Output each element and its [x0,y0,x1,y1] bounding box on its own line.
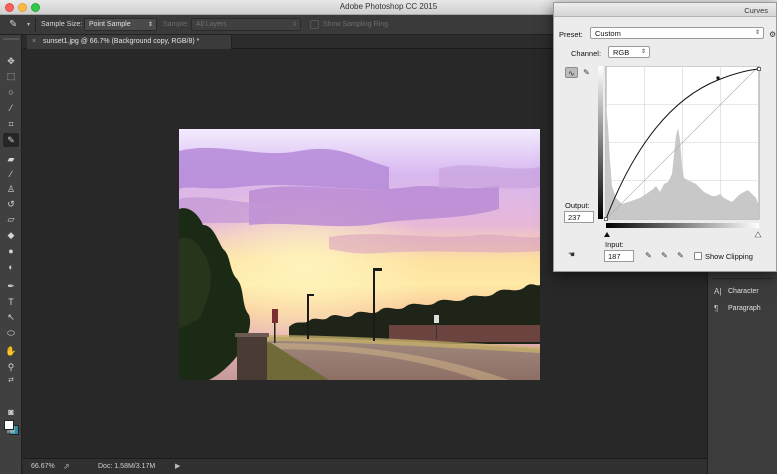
sample-value: All Layers [196,21,227,28]
preset-value: Custom [595,29,621,38]
target-adjust-hand-icon[interactable]: ☚ [565,249,578,260]
sample-dropdown[interactable]: All Layers ⇕ [191,18,301,31]
show-sampling-ring-label: Show Sampling Ring [323,21,388,28]
crop-tool-icon[interactable]: ⌗ [3,117,19,131]
eraser-tool-icon[interactable]: ▱ [3,212,19,226]
zoom-level[interactable]: 66.67% [31,463,55,470]
document-size: Doc: 1.58M/3.17M [98,463,156,470]
marquee-tool-icon[interactable]: ⬚ [3,69,19,83]
path-selection-tool-icon[interactable]: ↖ [3,310,19,324]
channel-label: Channel: [571,49,602,58]
document-tab-bar: × sunset1.jpg @ 66.7% (Background copy, … [23,35,553,49]
status-menu-arrow-icon[interactable]: ▶ [175,462,180,470]
curves-title: Curves [554,3,776,17]
panel-grip[interactable] [3,38,19,40]
white-point[interactable] [757,67,761,71]
tools-panel: ✥ ⬚ ○ ⁄ ⌗ ✎ ▰ ⁄ ♙ ↺ ▱ ◆ ● ◐ ✒ T ↖ ⬭ ✋ ⚲ … [0,35,22,474]
curve-graph[interactable] [598,66,763,239]
photoshop-window: Adobe Photoshop CC 2015 ✎ ▾ Sample Size:… [0,0,777,474]
hand-tool-icon[interactable]: ✋ [3,344,19,358]
chevron-updown-icon: ⇕ [147,22,153,28]
paint-bucket-tool-icon[interactable]: ◆ [3,228,19,242]
pencil-draw-icon[interactable]: ✎ [580,67,593,78]
white-input-slider-icon[interactable] [754,231,762,238]
type-tool-icon[interactable]: T [3,295,19,309]
document-tab[interactable]: × sunset1.jpg @ 66.7% (Background copy, … [27,35,232,49]
panel-character[interactable]: A| Character [708,284,777,300]
channel-value: RGB [613,48,630,57]
channel-dropdown[interactable]: RGB ⇕ [608,46,650,58]
show-clipping-label: Show Clipping [705,252,753,261]
close-tab-icon[interactable]: × [32,38,36,45]
options-divider [35,18,36,32]
healing-brush-tool-icon[interactable]: ▰ [3,152,19,166]
sample-size-value: Point Sample [89,21,131,28]
output-gradient-bar [598,66,603,219]
paragraph-icon: ¶ [714,304,719,313]
curve-edit-points-icon[interactable]: ∿ [565,67,578,78]
black-point[interactable] [604,217,608,221]
chevron-updown-icon: ⇕ [754,30,760,36]
eyedropper-icon[interactable]: ✎ [9,19,23,31]
chevron-updown-icon: ⇕ [291,22,297,28]
show-clipping-checkbox[interactable] [694,252,702,260]
input-field[interactable]: 187 [604,250,634,262]
lasso-tool-icon[interactable]: ○ [3,85,19,99]
dock-divider [713,278,773,279]
output-field[interactable]: 237 [564,211,594,223]
dodge-tool-icon[interactable]: ◐ [3,260,19,274]
panel-paragraph-label: Paragraph [728,305,761,312]
input-label: Input: [605,240,624,249]
output-value: 237 [568,213,581,222]
blur-tool-icon[interactable]: ● [3,244,19,258]
gear-icon[interactable]: ⚙ [769,30,776,39]
clone-stamp-tool-icon[interactable]: ♙ [3,182,19,196]
tool-preset-caret-icon[interactable]: ▾ [27,21,30,28]
output-label: Output: [565,201,590,210]
default-colors-icon[interactable]: ⇄ [3,374,19,388]
sample-size-dropdown[interactable]: Point Sample ⇕ [84,18,157,31]
share-icon[interactable]: ⇗ [63,462,70,471]
sample-size-label: Sample Size: [41,21,83,28]
preset-label: Preset: [559,30,583,39]
panel-paragraph[interactable]: ¶ Paragraph [708,301,777,317]
chevron-updown-icon: ⇕ [640,49,646,55]
move-tool-icon[interactable]: ✥ [3,54,19,68]
eyedropper-tool-icon[interactable]: ✎ [3,133,19,147]
sunset-photo [179,129,540,380]
document-tab-title: sunset1.jpg @ 66.7% (Background copy, RG… [43,38,200,45]
pen-tool-icon[interactable]: ✒ [3,279,19,293]
input-gradient-bar [606,223,759,228]
right-panel-dock: A| Character ¶ Paragraph [707,272,777,474]
ellipse-tool-icon[interactable]: ⬭ [3,326,19,340]
brush-tool-icon[interactable]: ⁄ [3,167,19,181]
panel-character-label: Character [728,288,759,295]
preset-dropdown[interactable]: Custom ⇕ [590,27,764,39]
curve-control-point[interactable] [716,76,720,80]
zoom-tool-icon[interactable]: ⚲ [3,360,19,374]
show-sampling-ring-checkbox[interactable] [310,20,319,29]
gray-point-eyedropper-icon[interactable]: ✎ [658,250,671,261]
black-point-eyedropper-icon[interactable]: ✎ [642,250,655,261]
document-image[interactable] [179,129,540,380]
quick-selection-tool-icon[interactable]: ⁄ [3,101,19,115]
history-brush-tool-icon[interactable]: ↺ [3,197,19,211]
input-value: 187 [608,252,621,261]
status-bar: 66.67% ⇗ Doc: 1.58M/3.17M ▶ [23,458,707,474]
black-input-slider-icon[interactable] [604,232,610,237]
curves-dialog: Curves Preset: Custom ⇕ ⚙ Channel: RGB ⇕… [553,2,777,272]
foreground-color-swatch[interactable] [4,420,14,430]
sample-label: Sample: [163,21,189,28]
white-point-eyedropper-icon[interactable]: ✎ [674,250,687,261]
character-icon: A| [714,287,722,296]
quick-mask-icon[interactable]: ◙ [3,405,19,419]
